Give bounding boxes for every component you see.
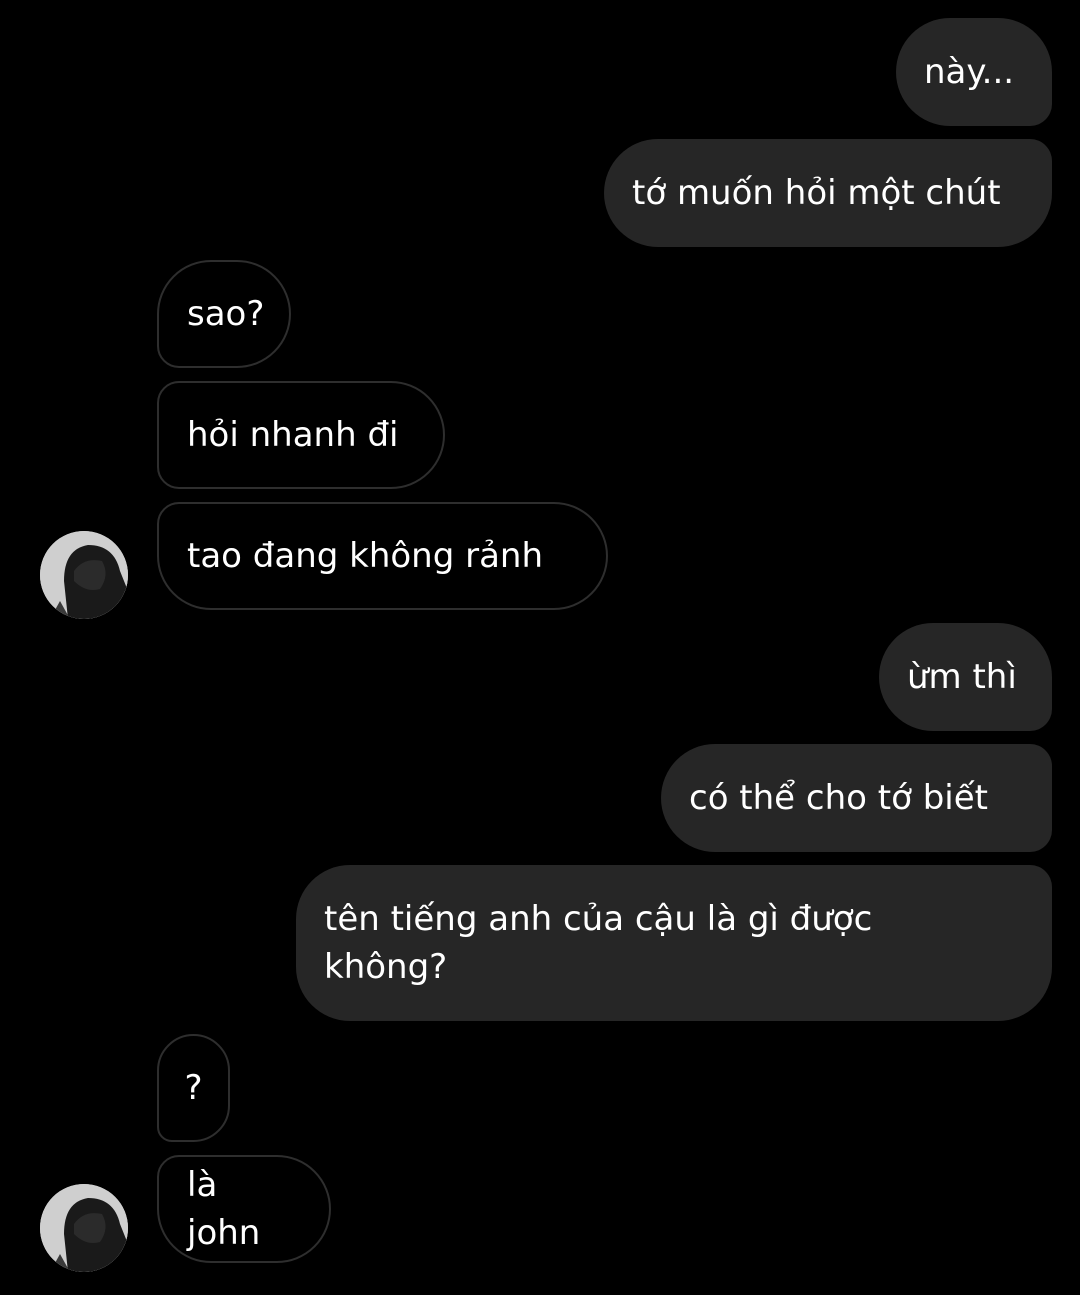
message-received[interactable]: tao đang không rảnh bbox=[157, 502, 608, 610]
message-text: này... bbox=[924, 52, 1015, 92]
contact-avatar[interactable] bbox=[40, 531, 128, 619]
message-text: sao? bbox=[187, 294, 265, 334]
message-received[interactable]: là john bbox=[157, 1155, 331, 1263]
message-text: có thể cho tớ biết bbox=[689, 778, 988, 818]
contact-avatar[interactable] bbox=[40, 1184, 128, 1272]
message-sent[interactable]: tớ muốn hỏi một chút bbox=[604, 139, 1052, 247]
message-sent[interactable]: có thể cho tớ biết bbox=[661, 744, 1052, 852]
message-text: ? bbox=[184, 1068, 203, 1108]
message-text: tên tiếng anh của cậu là gì được không? bbox=[324, 899, 873, 987]
message-sent[interactable]: này... bbox=[896, 18, 1052, 126]
message-text: là john bbox=[187, 1165, 261, 1253]
message-text: ừm thì bbox=[907, 657, 1017, 697]
chat-thread: này... tớ muốn hỏi một chút sao? hỏi nha… bbox=[0, 0, 1080, 1295]
message-received[interactable]: ? bbox=[157, 1034, 230, 1142]
message-sent[interactable]: ừm thì bbox=[879, 623, 1052, 731]
message-text: tớ muốn hỏi một chút bbox=[632, 173, 1001, 213]
message-text: hỏi nhanh đi bbox=[187, 415, 399, 455]
message-sent[interactable]: tên tiếng anh của cậu là gì được không? bbox=[296, 865, 1052, 1021]
hooded-figure-icon bbox=[40, 1184, 128, 1272]
message-text: tao đang không rảnh bbox=[187, 536, 544, 576]
message-received[interactable]: sao? bbox=[157, 260, 291, 368]
message-received[interactable]: hỏi nhanh đi bbox=[157, 381, 445, 489]
hooded-figure-icon bbox=[40, 531, 128, 619]
